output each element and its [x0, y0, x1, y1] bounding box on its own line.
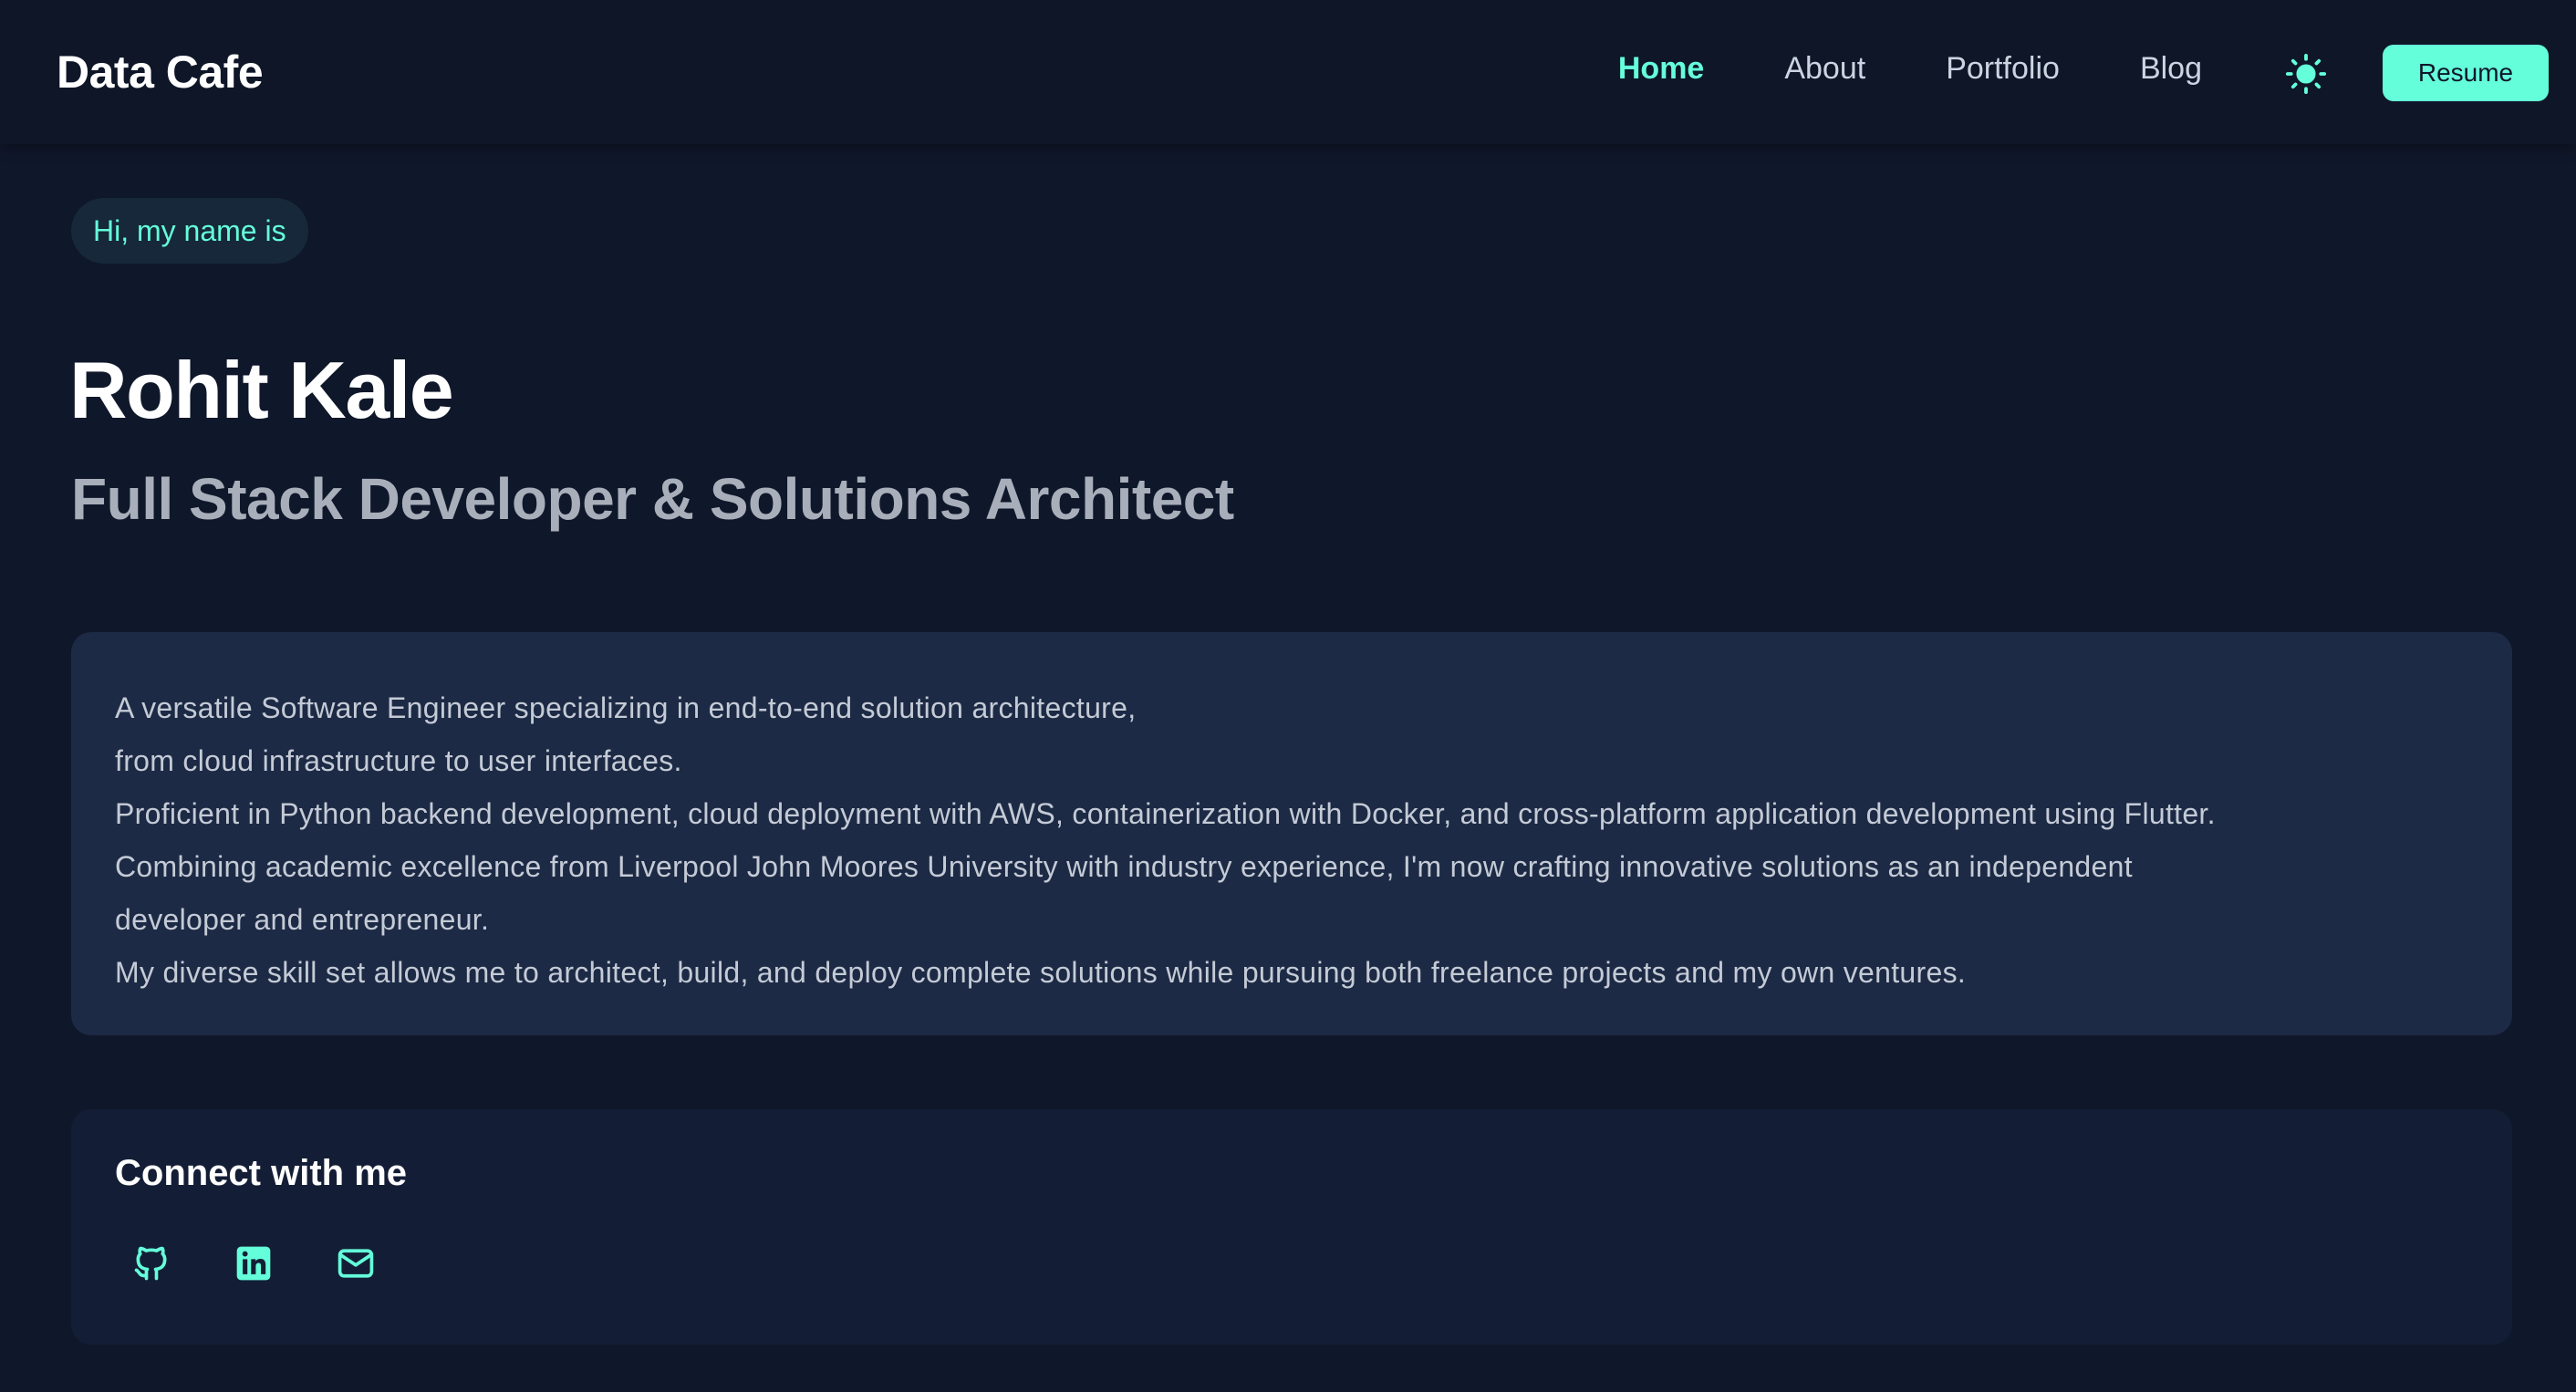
sun-icon [2285, 53, 2327, 95]
hero-title: Full Stack Developer & Solutions Archite… [71, 466, 1234, 532]
nav-links: Home About Portfolio Blog [1538, 51, 2202, 87]
email-link[interactable] [319, 1227, 392, 1300]
linkedin-link[interactable] [217, 1227, 290, 1300]
mail-icon [338, 1249, 374, 1278]
hero-name: Rohit Kale [69, 345, 454, 435]
navbar: Data Cafe Home About Portfolio Blog Resu… [0, 0, 2576, 144]
social-links [115, 1227, 2468, 1300]
theme-toggle-button[interactable] [2280, 48, 2332, 99]
bio-line: My diverse skill set allows me to archit… [115, 956, 1967, 989]
greeting-badge: Hi, my name is [71, 198, 308, 264]
connect-card: Connect with me [71, 1109, 2512, 1345]
resume-button[interactable]: Resume [2383, 45, 2549, 101]
github-link[interactable] [115, 1227, 188, 1300]
connect-title: Connect with me [115, 1153, 408, 1193]
nav-link-portfolio[interactable]: Portfolio [1946, 51, 2060, 87]
nav-link-blog[interactable]: Blog [2140, 51, 2202, 87]
bio-line: from cloud infrastructure to user interf… [115, 744, 682, 777]
bio-card: A versatile Software Engineer specializi… [71, 632, 2512, 1035]
github-icon [134, 1246, 167, 1281]
bio-line: developer and entrepreneur. [115, 903, 490, 936]
nav-link-home[interactable]: Home [1618, 51, 1704, 87]
bio-line: Proficient in Python backend development… [115, 797, 2216, 830]
nav-link-about[interactable]: About [1784, 51, 1865, 87]
bio-line: A versatile Software Engineer specializi… [115, 691, 1137, 724]
bio-line: Combining academic excellence from Liver… [115, 850, 2133, 883]
brand-logo[interactable]: Data Cafe [57, 46, 264, 99]
linkedin-icon [236, 1246, 271, 1281]
